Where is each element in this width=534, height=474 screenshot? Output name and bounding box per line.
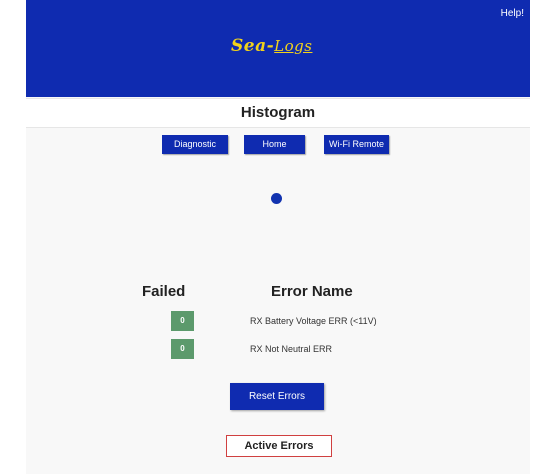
error-name-column-header: Error Name	[271, 283, 353, 300]
home-button[interactable]: Home	[244, 135, 305, 154]
sea-logs-logo: Sea-Logs	[231, 36, 312, 56]
active-errors-button[interactable]: Active Errors	[226, 435, 332, 457]
failed-column-header: Failed	[142, 283, 186, 300]
failed-count-badge: 0	[171, 339, 194, 359]
error-name-text: RX Not Neutral ERR	[250, 344, 333, 354]
wifi-remote-button[interactable]: Wi-Fi Remote	[324, 135, 389, 154]
logo-text-main: Sea-	[231, 36, 275, 56]
header-bar: Help! Sea-Logs	[26, 0, 530, 97]
failed-count-badge: 0	[171, 311, 194, 331]
diagnostic-button[interactable]: Diagnostic	[162, 135, 228, 154]
help-link[interactable]: Help!	[501, 8, 524, 19]
page: Help! Sea-Logs Histogram Diagnostic Home…	[26, 0, 530, 474]
page-title: Histogram	[26, 98, 530, 128]
error-name-text: RX Battery Voltage ERR (<11V)	[250, 316, 377, 326]
logo-text-script: Logs	[274, 37, 313, 55]
reset-errors-button[interactable]: Reset Errors	[230, 383, 324, 410]
loading-spinner-icon	[271, 193, 282, 204]
